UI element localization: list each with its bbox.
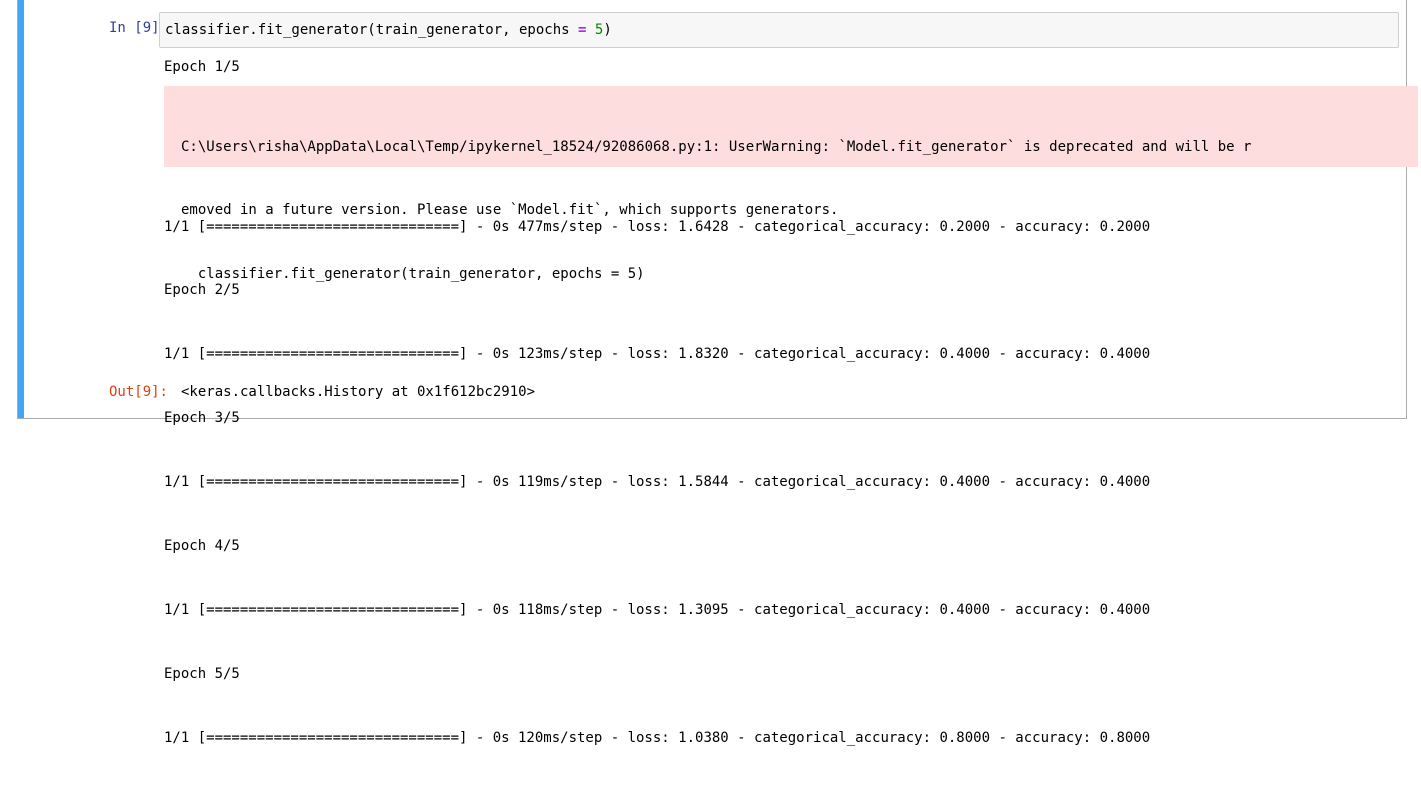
log-line: Epoch 4/5 [164, 538, 240, 555]
training-log: 1/1 [==============================] - 0… [164, 174, 1150, 792]
code-input[interactable]: classifier.fit_generator(train_generator… [159, 12, 1399, 48]
notebook-cell[interactable]: In [9]: classifier.fit_generator(train_g… [17, 0, 1418, 746]
log-line: 1/1 [==============================] - 0… [164, 218, 1151, 235]
stderr-warning: C:\Users\risha\AppData\Local\Temp/ipyker… [164, 86, 1418, 282]
cell-selection-bar [18, 0, 24, 418]
log-line: Epoch 5/5 [164, 665, 240, 682]
log-line: 1/1 [==============================] - 0… [164, 601, 1151, 618]
log-line: Epoch 3/5 [164, 410, 240, 427]
log-line: 1/1 [==============================] - 0… [164, 474, 1151, 491]
output-prompt: Out[9]: [108, 384, 168, 400]
input-prompt: In [9]: [108, 20, 168, 36]
code-suffix: ) [603, 22, 612, 38]
stdout-first-line: Epoch 1/5 [164, 59, 240, 75]
log-line: Epoch 2/5 [164, 282, 240, 299]
output-value: <keras.callbacks.History at 0x1f612bc291… [181, 384, 536, 400]
code-text: classifier.fit_generator(train_generator… [165, 22, 579, 38]
log-line: 1/1 [==============================] - 0… [164, 729, 1151, 746]
stderr-line: C:\Users\risha\AppData\Local\Temp/ipyker… [181, 138, 1252, 155]
log-line: 1/1 [==============================] - 0… [164, 346, 1151, 363]
